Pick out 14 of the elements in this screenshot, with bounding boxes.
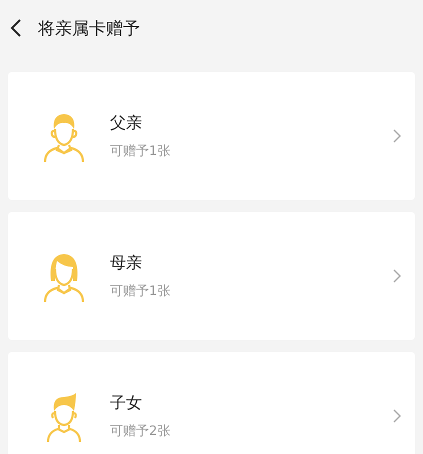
page-title: 将亲属卡赠予 — [38, 18, 140, 40]
member-name: 子女 — [110, 392, 143, 414]
member-card[interactable]: 子女 可赠予2张 — [8, 352, 415, 454]
gift-quota: 可赠予1张 — [110, 142, 172, 160]
member-name: 母亲 — [110, 252, 143, 274]
chevron-right-icon — [393, 269, 401, 283]
chevron-right-icon — [393, 409, 401, 423]
member-card[interactable]: 母亲 可赠予1张 — [8, 212, 415, 340]
member-card[interactable]: 父亲 可赠予1张 — [8, 72, 415, 200]
gift-quota: 可赠予2张 — [110, 422, 172, 440]
chevron-right-icon — [393, 129, 401, 143]
member-name: 父亲 — [110, 112, 143, 134]
gift-quota: 可赠予1张 — [110, 282, 172, 300]
back-icon[interactable] — [10, 18, 22, 38]
